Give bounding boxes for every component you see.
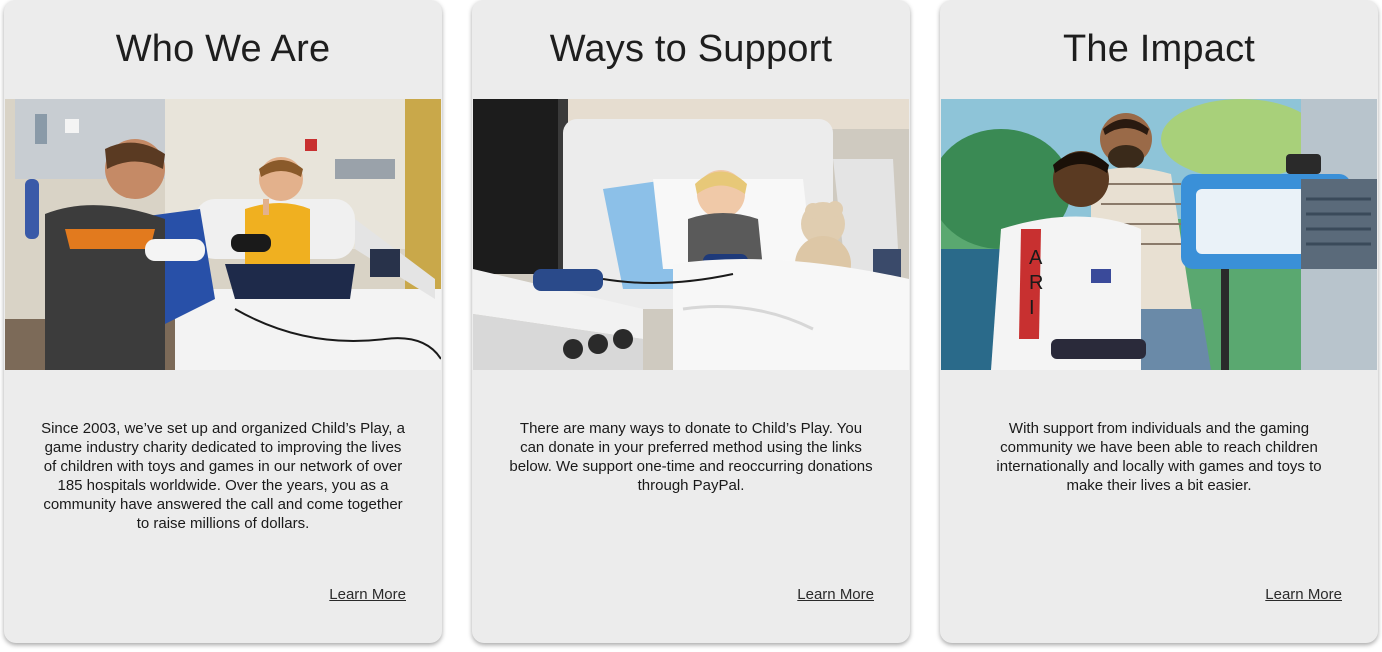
card-who-we-are: Who We Are Since 2003, we’ve set up and … bbox=[4, 0, 442, 643]
card-title: Who We Are bbox=[115, 28, 331, 70]
card-ways-to-support: Ways to Support There are many ways to d… bbox=[472, 0, 910, 643]
photo-illustration: A R I bbox=[941, 99, 1377, 370]
card-description: There are many ways to donate to Child’s… bbox=[509, 420, 873, 494]
card-photo-boy-with-fun-center: A R I bbox=[941, 99, 1377, 370]
card-description: Since 2003, we’ve set up and organized C… bbox=[41, 420, 405, 532]
card-the-impact: The Impact A R I With support from indiv… bbox=[940, 0, 1378, 643]
card-photo-girl-in-bed bbox=[473, 99, 909, 370]
photo-illustration bbox=[5, 99, 441, 370]
card-description: With support from individuals and the ga… bbox=[996, 420, 1322, 494]
cards-row: Who We Are Since 2003, we’ve set up and … bbox=[0, 0, 1382, 652]
card-photo-hospital-gaming bbox=[5, 99, 441, 370]
learn-more-link[interactable]: Learn More bbox=[329, 586, 406, 603]
svg-text:A: A bbox=[1029, 247, 1043, 269]
learn-more-link[interactable]: Learn More bbox=[797, 586, 874, 603]
card-title: The Impact bbox=[1062, 28, 1256, 70]
card-title: Ways to Support bbox=[549, 28, 833, 70]
learn-more-link[interactable]: Learn More bbox=[1265, 586, 1342, 603]
svg-text:I: I bbox=[1029, 297, 1035, 319]
svg-text:R: R bbox=[1029, 272, 1043, 294]
photo-illustration bbox=[473, 99, 909, 370]
